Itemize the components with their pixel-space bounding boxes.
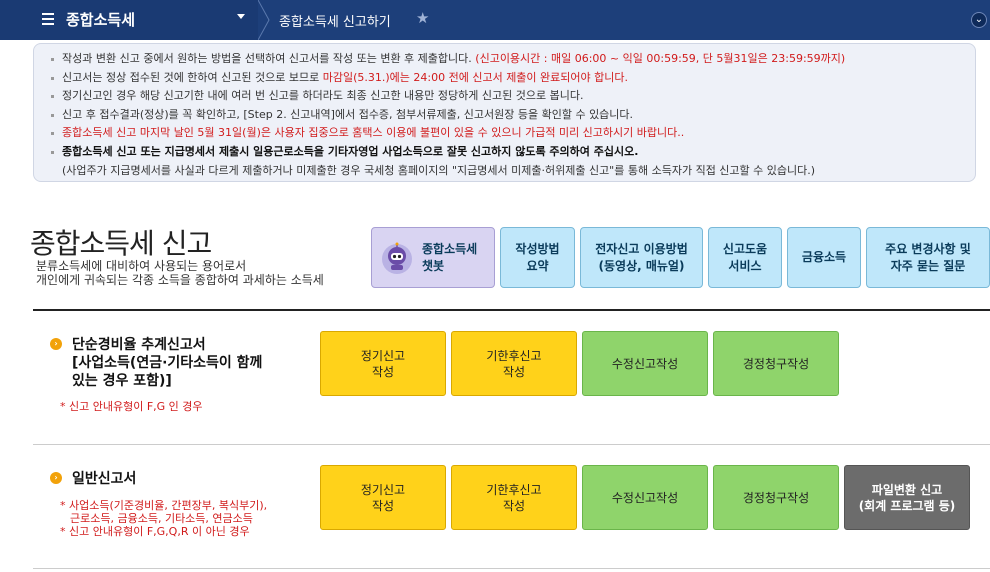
section-title-line: 있는 경우 포함)] xyxy=(72,373,172,389)
button-label-line: (동영상, 매뉴얼) xyxy=(598,258,685,273)
breadcrumb: 종합소득세 신고하기 xyxy=(279,15,391,30)
button-label-line: 요약 xyxy=(526,258,549,273)
chatbot-button[interactable]: 종합소득세 챗봇 xyxy=(371,227,495,288)
button-label-line: 정기신고 xyxy=(360,482,406,497)
financial-income-button[interactable]: 금융소득 xyxy=(787,227,861,288)
button-label-line: 챗봇 xyxy=(422,258,445,273)
button-label-line: 작성 xyxy=(371,498,395,513)
writing-guide-button[interactable]: 작성방법요약 xyxy=(500,227,575,288)
page-title: 종합소득세 신고 xyxy=(30,227,212,260)
notice-item: 정기신고인 경우 해당 신고기한 내에 여러 번 신고를 하더라도 최종 신고한… xyxy=(49,87,975,106)
section-note-line: * 사업소득(기준경비율, 간편장부, 복식부기), xyxy=(60,499,268,512)
notice-item: 신고서는 정상 접수된 것에 한하여 신고된 것으로 보므로 마감일(5.31.… xyxy=(49,69,975,88)
section-note: * 신고 안내유형이 F,G 인 경우 xyxy=(60,400,203,413)
page-description-line: 개인에게 귀속되는 각종 소득을 종합하여 과세하는 소득세 xyxy=(36,273,324,287)
notice-item: 신고 후 접수결과(정상)를 꼭 확인하고, [Step 2. 신고내역]에서 … xyxy=(49,106,975,125)
amended-filing-button[interactable]: 수정신고작성 xyxy=(582,465,708,530)
page-description-line: 분류소득세에 대비하여 사용되는 용어로서 xyxy=(36,259,247,273)
button-label-line: 작성 xyxy=(371,364,395,379)
section-title-line: 단순경비율 추계신고서 xyxy=(72,337,206,353)
button-label-line: 기한후신고 xyxy=(486,482,542,497)
bullet-icon: › xyxy=(50,472,62,484)
button-label-line: 작성 xyxy=(502,498,526,513)
button-label-line: 수정신고작성 xyxy=(611,490,679,505)
notice-item: 작성과 변환 신고 중에서 원하는 방법을 선택하여 신고서를 작성 또는 변환… xyxy=(49,50,975,69)
section-title-simplified-estimate: 단순경비율 추계신고서 [사업소득(연금·기타소득이 함께 있는 경우 포함)] xyxy=(72,336,262,390)
button-label-line: 신고도움 xyxy=(722,241,768,256)
main-menu-title: 종합소득세 xyxy=(66,11,136,29)
section-note-line: 근로소득, 금융소득, 기타소득, 연금소득 xyxy=(70,512,253,525)
page-description: 분류소득세에 대비하여 사용되는 용어로서 개인에게 귀속되는 각종 소득을 종… xyxy=(36,259,324,287)
section-title-general: 일반신고서 xyxy=(72,470,136,488)
notice-item: 종합소득세 신고 마지막 날인 5월 31일(월)은 사용자 집중으로 홈택스 … xyxy=(49,124,975,143)
button-label-line: 전자신고 이용방법 xyxy=(595,241,688,256)
button-label-line: 수정신고작성 xyxy=(611,356,679,371)
button-label-line: 주요 변경사항 및 xyxy=(885,241,971,256)
section-divider xyxy=(33,309,990,311)
chatbot-button-label: 종합소득세 챗봇 xyxy=(422,241,477,275)
regular-filing-button[interactable]: 정기신고 작성 xyxy=(320,465,446,530)
section-note-line: * 신고 안내유형이 F,G,Q,R 이 아닌 경우 xyxy=(60,525,250,538)
late-filing-button[interactable]: 기한후신고 작성 xyxy=(451,331,577,396)
button-label-line: (회계 프로그램 등) xyxy=(858,498,956,513)
correction-claim-button[interactable]: 경정청구작성 xyxy=(713,465,839,530)
section-note: * 사업소득(기준경비율, 간편장부, 복식부기), 근로소득, 금융소득, 기… xyxy=(60,499,267,538)
chevron-down-icon[interactable]: ⌄ xyxy=(971,12,987,28)
notice-item: (사업주가 지급명세서를 사실과 다르게 제출하거나 미제출한 경우 국세청 홈… xyxy=(62,163,816,177)
section-divider xyxy=(33,444,990,445)
late-filing-button[interactable]: 기한후신고 작성 xyxy=(451,465,577,530)
section-divider xyxy=(33,568,990,569)
faq-button[interactable]: 주요 변경사항 및자주 묻는 질문 xyxy=(866,227,990,288)
button-label-line: 경정청구작성 xyxy=(742,356,810,371)
button-label-line: 자주 묻는 질문 xyxy=(890,258,966,273)
button-label-line: 기한후신고 xyxy=(486,348,542,363)
main-menu-dropdown[interactable]: 종합소득세 xyxy=(0,0,258,40)
button-label-line: 파일변환 신고 xyxy=(871,482,943,497)
robot-icon xyxy=(382,242,412,274)
bullet-icon: › xyxy=(50,338,62,350)
top-bar: 종합소득세 종합소득세 신고하기 ★ ⌄ xyxy=(0,0,990,40)
regular-filing-button[interactable]: 정기신고 작성 xyxy=(320,331,446,396)
hamburger-icon xyxy=(42,13,54,25)
button-label-line: 정기신고 xyxy=(360,348,406,363)
notice-item: 종합소득세 신고 또는 지급명세서 제출시 일용근로소득을 기타자영업 사업소득… xyxy=(49,143,975,162)
section-title-line: 일반신고서 xyxy=(72,471,137,487)
section-title-line: [사업소득(연금·기타소득이 함께 xyxy=(72,355,263,371)
file-conversion-filing-button[interactable]: 파일변환 신고 (회계 프로그램 등) xyxy=(844,465,970,530)
caret-down-icon xyxy=(237,14,245,19)
button-label-line: 서비스 xyxy=(728,258,762,273)
star-icon[interactable]: ★ xyxy=(416,9,429,27)
button-label-line: 작성방법 xyxy=(515,241,560,256)
button-label-line: 금융소득 xyxy=(801,250,847,264)
button-label-line: 작성 xyxy=(502,364,526,379)
amended-filing-button[interactable]: 수정신고작성 xyxy=(582,331,708,396)
button-label-line: 종합소득세 xyxy=(422,241,478,256)
notice-box: 작성과 변환 신고 중에서 원하는 방법을 선택하여 신고서를 작성 또는 변환… xyxy=(33,43,976,182)
e-filing-guide-button[interactable]: 전자신고 이용방법 (동영상, 매뉴얼) xyxy=(580,227,703,288)
correction-claim-button[interactable]: 경정청구작성 xyxy=(713,331,839,396)
filing-help-service-button[interactable]: 신고도움서비스 xyxy=(708,227,782,288)
breadcrumb-separator-icon xyxy=(258,0,270,40)
button-label-line: 경정청구작성 xyxy=(742,490,810,505)
